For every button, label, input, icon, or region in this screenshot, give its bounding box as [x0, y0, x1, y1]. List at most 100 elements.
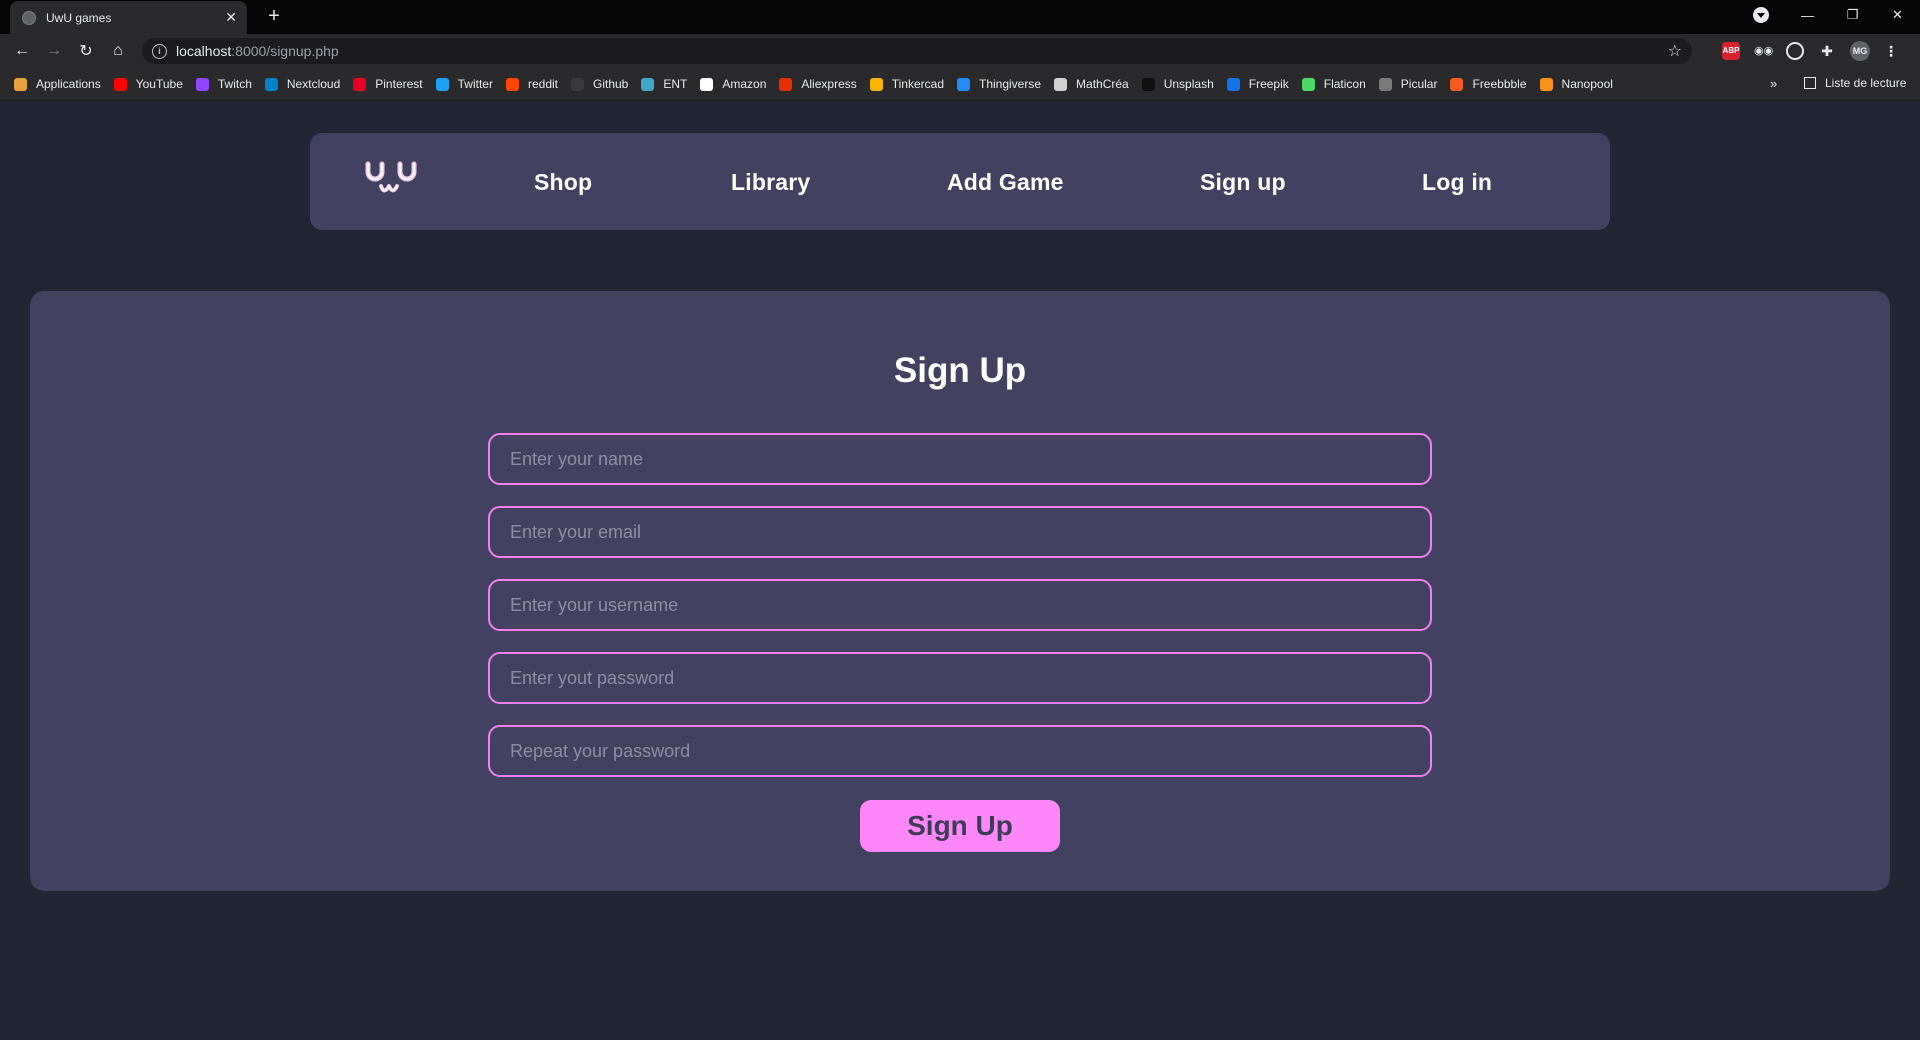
bookmark-label: Github: [593, 77, 629, 91]
bookmark-aliexpress[interactable]: Aliexpress: [779, 77, 857, 91]
bookmark-label: Applications: [36, 77, 101, 91]
picular-icon: [1378, 77, 1392, 91]
restore-icon[interactable]: ❐: [1830, 7, 1875, 23]
nanopool-icon: [1539, 77, 1553, 91]
site-info-icon[interactable]: i: [152, 43, 167, 59]
bookmark-nextcloud[interactable]: Nextcloud: [264, 77, 341, 91]
nav-sign-up-link[interactable]: Sign up: [1200, 169, 1286, 196]
bookmark-picular[interactable]: Picular: [1378, 77, 1438, 91]
browser-tab-strip: UwU games ✕ + — ❐ ✕: [0, 0, 1920, 34]
forward-arrow-icon[interactable]: →: [38, 42, 70, 60]
profile-avatar[interactable]: MG: [1850, 41, 1870, 61]
address-bar[interactable]: i localhost:8000/signup.php ☆: [142, 38, 1692, 64]
close-tab-icon[interactable]: ✕: [225, 9, 237, 26]
nav-library-link[interactable]: Library: [731, 169, 810, 196]
bookmark-label: Picular: [1400, 77, 1438, 91]
twitter-icon: [435, 77, 449, 91]
window-controls: — ❐ ✕: [1785, 0, 1920, 30]
bookmark-star-icon[interactable]: ☆: [1668, 41, 1682, 61]
page-body: Shop Library Add Game Sign up Log in Sig…: [0, 101, 1920, 1040]
bookmark-flaticon[interactable]: Flaticon: [1301, 77, 1366, 91]
bookmark-twitch[interactable]: Twitch: [195, 77, 252, 91]
name-input[interactable]: [488, 433, 1432, 485]
kebab-menu-icon[interactable]: ⋮: [1884, 42, 1898, 60]
bookmark-label: Amazon: [722, 77, 767, 91]
bookmark-label: Nanopool: [1561, 77, 1613, 91]
bookmark-twitter[interactable]: Twitter: [435, 77, 493, 91]
reading-list-icon: [1804, 77, 1816, 89]
bookmark-label: Twitch: [217, 77, 252, 91]
aliexpress-icon: [779, 77, 793, 91]
form-title: Sign Up: [893, 351, 1027, 390]
bookmark-label: Aliexpress: [801, 77, 857, 91]
apps-grid-icon: [14, 77, 27, 91]
reading-list-button[interactable]: Liste de lecture: [1804, 76, 1906, 90]
unsplash-icon: [1141, 77, 1155, 91]
extension-eyes-icon[interactable]: ◉◉: [1754, 42, 1773, 60]
sign-up-button[interactable]: Sign Up: [860, 800, 1060, 852]
reload-icon[interactable]: ↻: [70, 41, 102, 61]
extensions-area: ABP ◉◉ ✚ MG ⋮: [1722, 34, 1908, 68]
bookmark-reddit[interactable]: reddit: [505, 77, 558, 91]
extension-circle-icon[interactable]: [1786, 42, 1804, 60]
bookmark-label: Tinkercad: [891, 77, 944, 91]
bookmark-label: YouTube: [135, 77, 183, 91]
nav-shop-link[interactable]: Shop: [534, 169, 592, 196]
bookmark-pinterest[interactable]: Pinterest: [353, 77, 423, 91]
username-input[interactable]: [488, 579, 1432, 631]
bookmark-label: Freebbble: [1472, 77, 1527, 91]
tab-title: UwU games: [46, 10, 112, 25]
bookmark-ent[interactable]: ENT: [641, 77, 687, 91]
reddit-icon: [505, 77, 519, 91]
browser-toolbar: ← → ↻ ⌂ i localhost:8000/signup.php ☆ AB…: [0, 34, 1920, 68]
site-navbar: Shop Library Add Game Sign up Log in: [310, 133, 1610, 230]
back-arrow-icon[interactable]: ←: [6, 42, 38, 60]
bookmark-amazon[interactable]: Amazon: [700, 77, 766, 91]
twitch-icon: [195, 77, 209, 91]
mathcrea-icon: [1054, 77, 1068, 91]
url-text[interactable]: localhost:8000/signup.php: [176, 43, 339, 59]
globe-icon: [22, 10, 36, 25]
uwu-logo-icon[interactable]: [362, 159, 420, 203]
reading-list-label: Liste de lecture: [1825, 76, 1907, 90]
github-icon: [571, 77, 584, 91]
bookmark-label: Thingiverse: [979, 77, 1042, 91]
pinterest-icon: [353, 77, 367, 91]
amazon-icon: [700, 77, 714, 91]
nav-add-game-link[interactable]: Add Game: [947, 169, 1064, 196]
email-input[interactable]: [488, 506, 1432, 558]
home-icon[interactable]: ⌂: [102, 42, 134, 60]
repeat-password-input[interactable]: [488, 725, 1432, 777]
bookmark-freebbble[interactable]: Freebbble: [1450, 77, 1527, 91]
password-input[interactable]: [488, 652, 1432, 704]
bookmark-freepik[interactable]: Freepik: [1226, 77, 1289, 91]
bookmark-youtube[interactable]: YouTube: [113, 77, 183, 91]
bookmark-nanopool[interactable]: Nanopool: [1539, 77, 1613, 91]
extensions-puzzle-icon[interactable]: ✚: [1818, 42, 1836, 60]
bookmark-label: Twitter: [457, 77, 493, 91]
signup-card: Sign Up Sign Up: [30, 291, 1890, 891]
freebbble-icon: [1450, 77, 1464, 91]
nextcloud-icon: [264, 77, 278, 91]
bookmark-label: Nextcloud: [286, 77, 341, 91]
bookmark-label: MathCréa: [1076, 77, 1129, 91]
bookmark-applications[interactable]: Applications: [14, 77, 101, 91]
bookmark-github[interactable]: Github: [571, 77, 628, 91]
flaticon-icon: [1301, 77, 1315, 91]
adblock-icon[interactable]: ABP: [1722, 42, 1740, 60]
bookmark-label: Freepik: [1248, 77, 1289, 91]
tab-search-icon[interactable]: [1753, 7, 1769, 23]
bookmark-thingiverse[interactable]: Thingiverse: [957, 77, 1041, 91]
bookmark-mathcr-a[interactable]: MathCréa: [1054, 77, 1129, 91]
bookmark-unsplash[interactable]: Unsplash: [1141, 77, 1214, 91]
thingiverse-icon: [957, 77, 970, 91]
freepik-icon: [1226, 77, 1240, 91]
bookmark-label: Unsplash: [1163, 77, 1214, 91]
nav-log-in-link[interactable]: Log in: [1422, 169, 1492, 196]
close-window-icon[interactable]: ✕: [1875, 7, 1920, 23]
minimize-icon[interactable]: —: [1785, 8, 1830, 23]
browser-tab[interactable]: UwU games ✕: [10, 1, 247, 34]
bookmark-tinkercad[interactable]: Tinkercad: [869, 77, 944, 91]
new-tab-button[interactable]: +: [262, 5, 286, 29]
bookmarks-overflow-icon[interactable]: »: [1770, 76, 1777, 91]
